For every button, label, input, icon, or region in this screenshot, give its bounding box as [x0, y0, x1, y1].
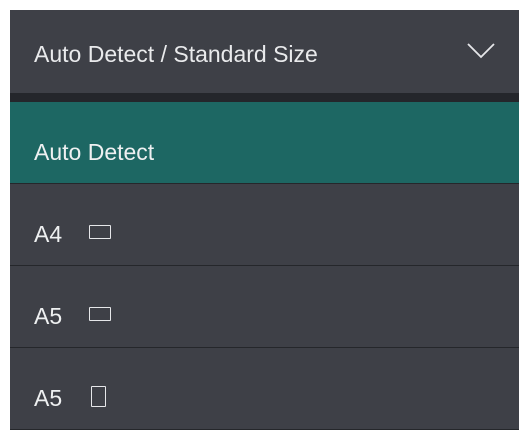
portrait-icon — [91, 386, 106, 407]
option-label: Auto Detect — [34, 139, 155, 165]
option-label: A4 — [34, 221, 63, 247]
size-options-list: Auto Detect A4 A5 A5 — [10, 102, 519, 430]
screen: Auto Detect / Standard Size Auto Detect … — [0, 0, 519, 430]
option-auto-detect[interactable]: Auto Detect — [10, 102, 519, 184]
size-select-dropdown[interactable]: Auto Detect / Standard Size — [10, 10, 519, 93]
size-select-panel: Auto Detect / Standard Size Auto Detect … — [10, 10, 519, 430]
landscape-icon — [89, 225, 111, 239]
option-label: A5 — [34, 303, 63, 329]
chevron-down-icon — [467, 43, 495, 59]
option-a4-landscape[interactable]: A4 — [10, 184, 519, 266]
option-a5-landscape[interactable]: A5 — [10, 266, 519, 348]
size-select-label: Auto Detect / Standard Size — [34, 41, 318, 67]
option-a5-portrait[interactable]: A5 — [10, 348, 519, 430]
landscape-icon — [89, 307, 111, 321]
option-label: A5 — [34, 385, 63, 411]
